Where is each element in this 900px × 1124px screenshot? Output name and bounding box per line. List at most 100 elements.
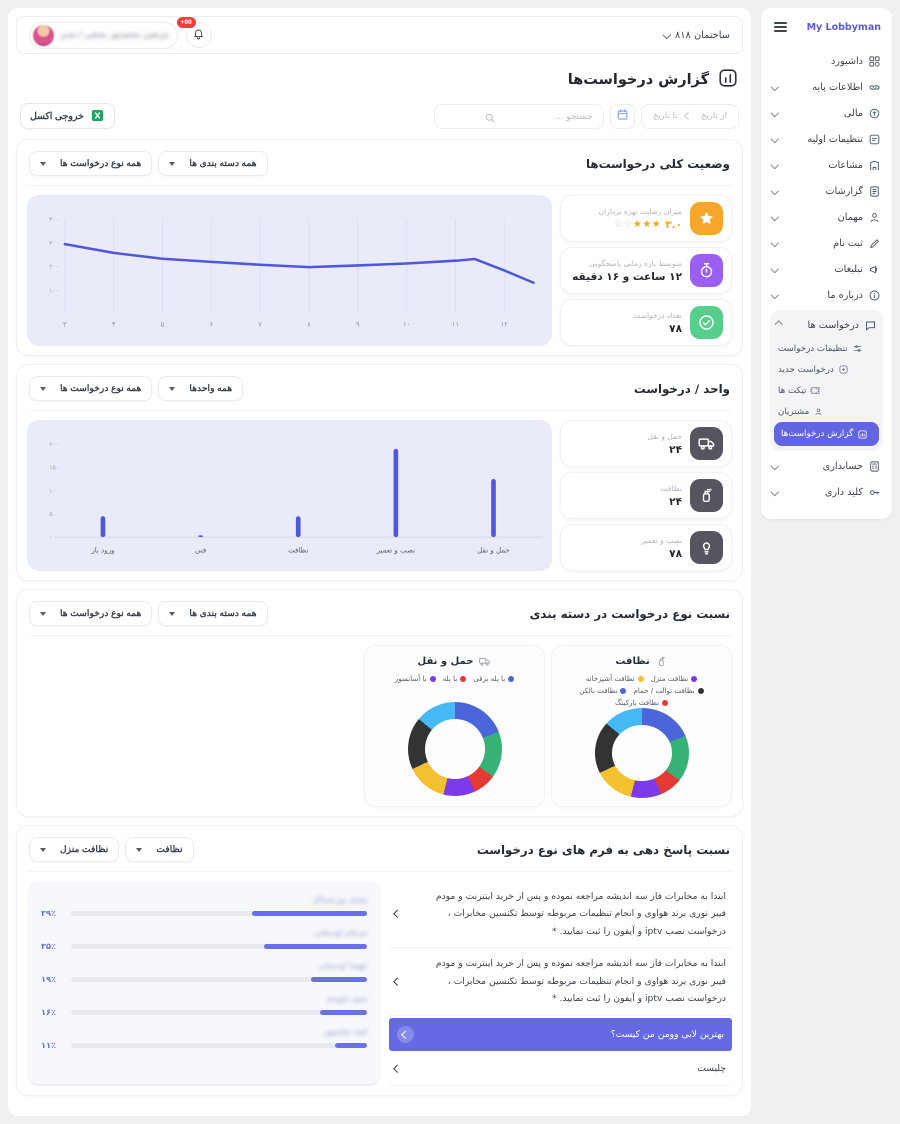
report-title-icon [717, 67, 739, 89]
sidebar-item-registration[interactable]: ثبت نام [770, 230, 883, 256]
stat-icon-badge [690, 427, 723, 460]
hbar-fill [335, 1043, 368, 1048]
chevron-down-icon [771, 109, 779, 117]
registration-icon [868, 237, 881, 250]
building-selector[interactable]: ساختمان ۸۱۸ [664, 30, 730, 41]
stat-text: نصب و تعمیر۷۸ [641, 536, 682, 560]
legend-item: نظافت بالکن [579, 686, 626, 695]
sidebar-item-ads[interactable]: تبلیغات [770, 256, 883, 282]
sidebar-item-basic-info[interactable]: اطلاعات پایه [770, 74, 883, 100]
sidebar-item-reports[interactable]: گزارشات [770, 178, 883, 204]
sidebar-subitem-label: تیکت ها [778, 386, 806, 396]
truck-icon [697, 434, 716, 453]
ads-icon [868, 263, 881, 276]
donut-card-transport: حمل و نقلبا پله برقیبا پلهبا آسانسور [364, 645, 545, 807]
sidebar-subitem-new-request[interactable]: درخواست جدید [774, 359, 879, 380]
sidebar-item-accounting[interactable]: حسابداری [770, 453, 883, 479]
excel-export-button[interactable]: خروجی اکسل [20, 103, 115, 129]
sidebar-item-initial-settings[interactable]: تنظیمات اولیه [770, 126, 883, 152]
from-date-label: از تاریخ [701, 111, 727, 121]
sidebar-item-label: درخواست ها [808, 320, 859, 331]
to-date-label: تا تاریخ [653, 111, 678, 121]
bell-icon [192, 27, 205, 40]
faq-item[interactable]: ابتدا به مخابرات فاز سه اندیشه مراجعه نم… [389, 881, 732, 948]
notifications-button[interactable]: +99 [186, 22, 212, 48]
svg-text:۹: ۹ [356, 321, 360, 329]
spray-icon [655, 655, 668, 668]
caret-down-icon [40, 387, 46, 391]
faq-item[interactable]: ابتدا به مخابرات فاز سه اندیشه مراجعه نم… [389, 948, 732, 1015]
section-header: واحد / درخواست همه واحدهاهمه نوع درخواست… [27, 374, 732, 411]
stat-card: تعداد درخواست۷۸ [560, 299, 732, 346]
hbar-value: ۳۵٪ [41, 941, 63, 951]
initial-settings-icon [868, 133, 881, 146]
stat-card: نصب و تعمیر۷۸ [560, 524, 732, 571]
reports-icon [868, 185, 881, 198]
faq-text: بهترین لابی وومن من کیست؟ [611, 1026, 724, 1043]
sidebar-item-about-us[interactable]: درباره ما [770, 282, 883, 308]
page-title: گزارش درخواست‌ها [568, 72, 709, 88]
section-title: نسبت نوع درخواست در دسته بندی [530, 607, 730, 621]
faq-text: ابتدا به مخابرات فاز سه اندیشه مراجعه نم… [419, 955, 727, 1007]
chevron-left-icon [395, 911, 401, 917]
date-range-filter[interactable]: از تاریخ تا تاریخ [641, 104, 739, 129]
svg-text:۱۲: ۱۲ [501, 321, 509, 329]
legend-label: با آسانسور [395, 674, 427, 683]
filter-dropdown[interactable]: نظافت [125, 837, 193, 862]
hbar-track [71, 944, 367, 949]
calendar-button[interactable] [610, 104, 635, 129]
filter-dropdown[interactable]: همه نوع درخواست ها [29, 376, 152, 401]
sidebar-item-dashboard[interactable]: داشبورد [770, 48, 883, 74]
svg-text:۳: ۳ [63, 321, 67, 329]
stat-icon-badge [690, 254, 723, 287]
filter-dropdown[interactable]: همه دسته بندی ها [158, 151, 267, 176]
chevron-down-icon [771, 291, 779, 299]
legend-item: با پله [443, 674, 467, 683]
sidebar-subitem-request-settings[interactable]: تنظیمات درخواست [774, 338, 879, 359]
sidebar-subitem-requests-report[interactable]: گزارش درخواست‌ها [774, 422, 879, 446]
legend-item: نظافت توالت / حمام [633, 686, 703, 695]
sidebar-item-key-keeping[interactable]: کلید داری [770, 479, 883, 505]
hbar-value: ۱۶٪ [41, 1007, 63, 1017]
svg-text:فنی: فنی [195, 546, 206, 555]
stat-card: میزان رضایت بهره برداران۳.۰☆☆★★★ [560, 195, 732, 242]
hbar-row: ۳۹٪ [41, 908, 367, 918]
user-menu[interactable]: مرتضی محمدپور بخشی / مدیر [29, 22, 178, 49]
sidebar-item-label: اطلاعات پایه [812, 82, 863, 93]
stat-value: ۲۴ [661, 496, 682, 508]
legend-item: با پله برقی [473, 674, 514, 683]
sidebar-item-requests[interactable]: درخواست ها [774, 312, 879, 338]
search-input[interactable] [434, 104, 604, 129]
menu-toggle-icon[interactable] [772, 20, 789, 34]
filter-dropdown[interactable]: همه واحدها [158, 376, 243, 401]
legend-label: نظافت توالت / حمام [633, 686, 694, 695]
faq-item[interactable]: بهترین لابی وومن من کیست؟ [389, 1018, 732, 1051]
hbar-row: ۱۱٪ [41, 1040, 367, 1050]
sidebar-subitem-customers[interactable]: مشتریان [774, 401, 879, 422]
sidebar-item-label: مهمان [838, 212, 863, 223]
sidebar-item-label: تنظیمات اولیه [807, 134, 863, 145]
svg-text:ورود بار: ورود بار [90, 546, 114, 555]
section-response-ratio: نسبت پاسخ دهی به فرم های نوع درخواست نظا… [16, 825, 743, 1096]
svg-text:۱۵۰: ۱۵۰ [49, 465, 59, 472]
sidebar-item-common-areas[interactable]: مشاعات [770, 152, 883, 178]
section-category-ratio: نسبت نوع درخواست در دسته بندی همه دسته ب… [16, 589, 743, 817]
faq-item[interactable]: چلیست [389, 1053, 732, 1085]
sidebar-item-finance[interactable]: مالی [770, 100, 883, 126]
filter-dropdown[interactable]: همه نوع درخواست ها [29, 151, 152, 176]
section-header: نسبت پاسخ دهی به فرم های نوع درخواست نظا… [27, 835, 732, 872]
stat-text: میزان رضایت بهره برداران۳.۰☆☆★★★ [599, 207, 682, 231]
sidebar-item-guest[interactable]: مهمان [770, 204, 883, 230]
filter-dropdown[interactable]: همه دسته بندی ها [158, 601, 267, 626]
svg-text:۱۰۰: ۱۰۰ [49, 287, 59, 294]
section-title: واحد / درخواست [634, 382, 730, 396]
sidebar-subitem-tickets[interactable]: تیکت ها [774, 380, 879, 401]
chevron-down-icon [771, 161, 779, 169]
stat-value: ۱۲ ساعت و ۱۶ دقیقه [572, 271, 682, 283]
filter-dropdown[interactable]: نظافت منزل [29, 837, 119, 862]
filter-dropdown[interactable]: همه نوع درخواست ها [29, 601, 152, 626]
stats-column: حمل و نقل۲۴نظافت۲۴نصب و تعمیر۷۸ [560, 420, 732, 571]
sidebar-item-label: درباره ما [827, 290, 863, 301]
svg-text:۴۰۰: ۴۰۰ [49, 216, 59, 223]
excel-icon [90, 108, 105, 123]
